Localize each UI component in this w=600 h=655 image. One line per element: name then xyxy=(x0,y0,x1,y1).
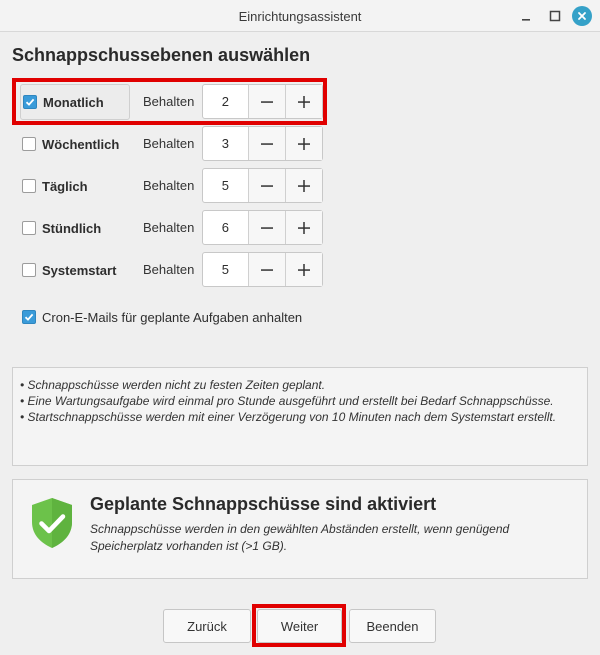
checkbox-box[interactable] xyxy=(22,221,36,235)
decrement-button[interactable] xyxy=(248,169,286,202)
minimize-icon xyxy=(522,19,530,21)
checkbox-label: Cron-E-Mails für geplante Aufgaben anhal… xyxy=(42,309,303,325)
stepper-value[interactable]: 6 xyxy=(203,211,249,244)
next-button-highlight xyxy=(252,604,346,647)
monthly-row-highlight xyxy=(12,78,327,125)
checkbox-box[interactable] xyxy=(22,137,36,151)
weekly-count-stepper[interactable]: 3 xyxy=(202,126,323,161)
weekly-checkbox[interactable]: Wöchentlich xyxy=(20,126,130,162)
shield-check-icon xyxy=(32,498,72,548)
increment-button[interactable] xyxy=(285,169,322,202)
close-button[interactable] xyxy=(572,6,592,26)
note-line: • Eine Wartungsaufgabe wird einmal pro S… xyxy=(20,394,554,408)
boot-checkbox[interactable]: Systemstart xyxy=(20,252,130,288)
checkbox-box[interactable] xyxy=(22,263,36,277)
checkbox-label: Täglich xyxy=(42,178,88,194)
finish-button[interactable]: Beenden xyxy=(349,609,436,643)
plus-icon xyxy=(298,137,311,150)
maximize-icon xyxy=(549,10,561,22)
close-icon xyxy=(578,12,586,20)
minus-icon xyxy=(260,268,273,271)
level-row-boot: Systemstart Behalten 5 xyxy=(14,252,324,288)
checkbox-box[interactable] xyxy=(22,310,36,324)
note-line: • Schnappschüsse werden nicht zu festen … xyxy=(20,378,326,392)
schedule-status-panel: Geplante Schnappschüsse sind aktiviert S… xyxy=(12,479,588,579)
checkbox-box[interactable] xyxy=(22,179,36,193)
decrement-button[interactable] xyxy=(248,253,286,286)
plus-icon xyxy=(298,221,311,234)
title-bar: Einrichtungsassistent xyxy=(0,0,600,32)
increment-button[interactable] xyxy=(285,211,322,244)
daily-checkbox[interactable]: Täglich xyxy=(20,168,130,204)
stepper-value[interactable]: 3 xyxy=(203,127,249,160)
level-row-daily: Täglich Behalten 5 xyxy=(14,168,324,204)
status-title: Geplante Schnappschüsse sind aktiviert xyxy=(90,494,437,514)
increment-button[interactable] xyxy=(285,127,322,160)
decrement-button[interactable] xyxy=(248,127,286,160)
level-row-hourly: Stündlich Behalten 6 xyxy=(14,210,324,246)
boot-count-stepper[interactable]: 5 xyxy=(202,252,323,287)
checkbox-label: Wöchentlich xyxy=(42,136,120,152)
keep-label: Behalten xyxy=(143,262,195,277)
stepper-value[interactable]: 5 xyxy=(203,253,249,286)
window-title: Einrichtungsassistent xyxy=(238,9,362,24)
info-notes-panel: • Schnappschüsse werden nicht zu festen … xyxy=(12,367,588,466)
hourly-count-stepper[interactable]: 6 xyxy=(202,210,323,245)
back-button[interactable]: Zurück xyxy=(163,609,251,643)
checkmark-icon xyxy=(24,313,34,321)
daily-count-stepper[interactable]: 5 xyxy=(202,168,323,203)
plus-icon xyxy=(298,179,311,192)
status-description: Schnappschüsse werden in den gewählten A… xyxy=(90,522,510,553)
maximize-button[interactable] xyxy=(545,6,565,26)
hourly-checkbox[interactable]: Stündlich xyxy=(20,210,130,246)
checkbox-label: Systemstart xyxy=(42,262,117,278)
level-row-weekly: Wöchentlich Behalten 3 xyxy=(14,126,324,162)
plus-icon xyxy=(298,263,311,276)
cron-checkbox[interactable]: Cron-E-Mails für geplante Aufgaben anhal… xyxy=(20,308,302,326)
minimize-button[interactable] xyxy=(516,6,536,26)
stepper-value[interactable]: 5 xyxy=(203,169,249,202)
checkbox-label: Stündlich xyxy=(42,220,102,236)
note-line: • Startschnappschüsse werden mit einer V… xyxy=(20,410,557,424)
page-title: Schnappschussebenen auswählen xyxy=(12,45,311,65)
keep-label: Behalten xyxy=(143,220,195,235)
minus-icon xyxy=(260,142,273,145)
keep-label: Behalten xyxy=(143,178,195,193)
decrement-button[interactable] xyxy=(248,211,286,244)
increment-button[interactable] xyxy=(285,253,322,286)
minus-icon xyxy=(260,184,273,187)
minus-icon xyxy=(260,226,273,229)
keep-label: Behalten xyxy=(143,136,195,151)
